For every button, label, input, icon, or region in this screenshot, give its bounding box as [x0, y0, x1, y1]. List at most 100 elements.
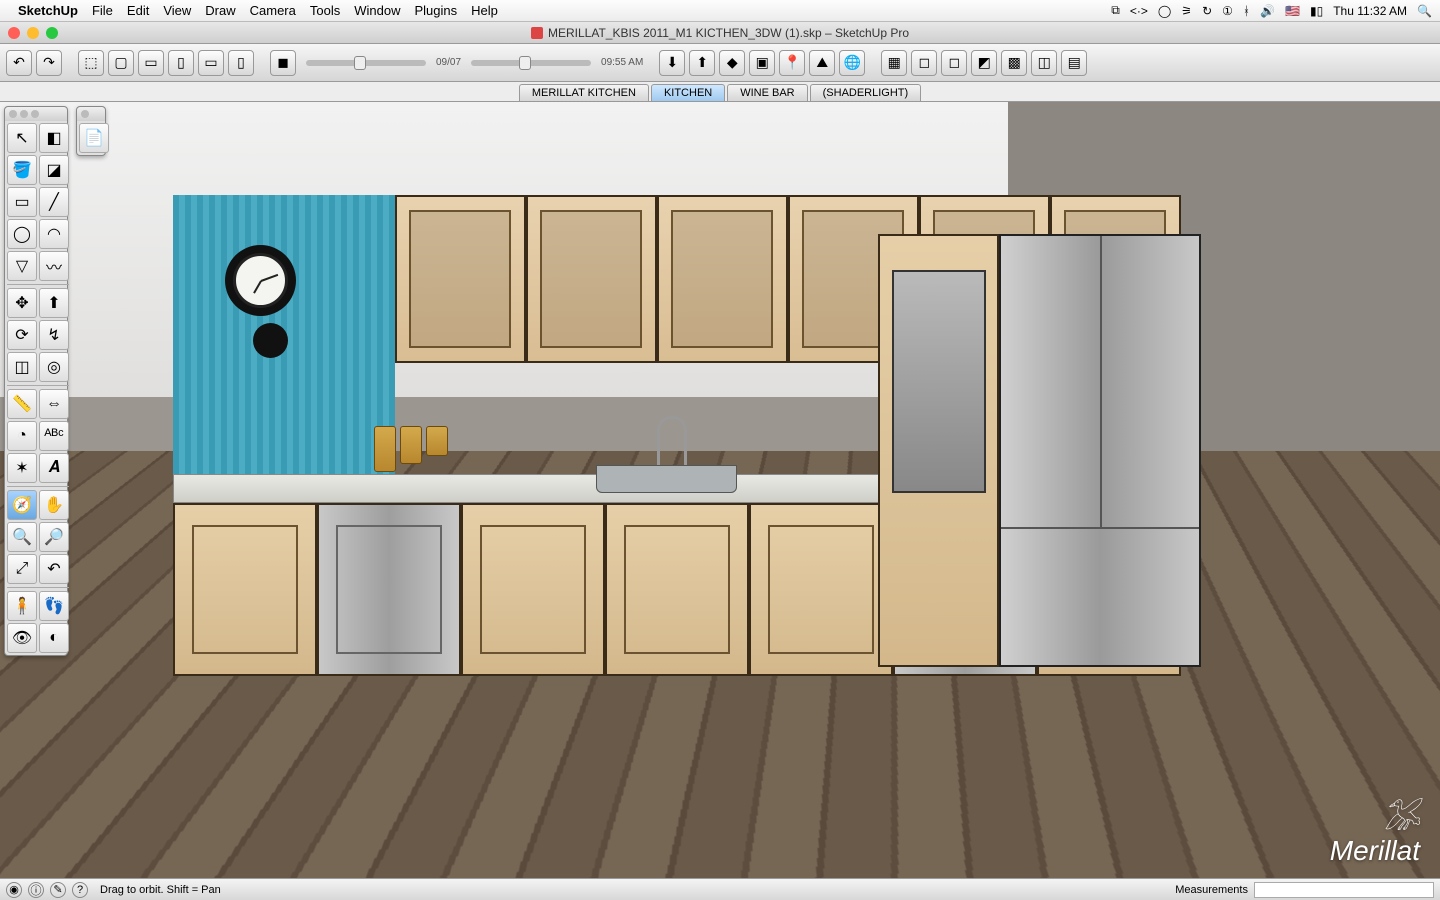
- tool-offset[interactable]: ◎: [39, 352, 69, 382]
- tool-rotate[interactable]: ⟳: [7, 320, 37, 350]
- clock-icon[interactable]: ①: [1222, 4, 1233, 18]
- scene-tab-winebar[interactable]: WINE BAR: [727, 84, 807, 101]
- 3d-viewport[interactable]: 𓅮 Merillat: [0, 102, 1440, 878]
- tool-zoom[interactable]: 🔍: [7, 522, 37, 552]
- sharemodel-button[interactable]: ⬆: [689, 50, 715, 76]
- refrigerator: [999, 234, 1201, 667]
- flag-icon[interactable]: 🇺🇸: [1285, 4, 1300, 18]
- measurements-input[interactable]: [1254, 882, 1434, 898]
- shaded-button[interactable]: ◩: [971, 50, 997, 76]
- close-button[interactable]: [8, 27, 20, 39]
- scene-tab-merillat[interactable]: MERILLAT KITCHEN: [519, 84, 649, 101]
- right-button[interactable]: ▯: [168, 50, 194, 76]
- tool-lookaround[interactable]: 👁: [7, 623, 37, 653]
- tool-zoomextents[interactable]: ⤢: [7, 554, 37, 584]
- 3dwarehouse-button[interactable]: ▣: [749, 50, 775, 76]
- menu-draw[interactable]: Draw: [205, 3, 235, 18]
- sharecomponent-button[interactable]: ◆: [719, 50, 745, 76]
- tool-pushpull[interactable]: ⬆: [39, 288, 69, 318]
- small-tool-palette[interactable]: 📄: [76, 106, 106, 156]
- tool-component[interactable]: ◧: [39, 123, 69, 153]
- tool-dimension[interactable]: ⇔: [39, 389, 69, 419]
- tool-previous[interactable]: ↶: [39, 554, 69, 584]
- tool-orbit[interactable]: 🧭: [7, 490, 37, 520]
- shadow-time-slider[interactable]: [471, 60, 591, 66]
- tool-polygon[interactable]: ▽: [7, 251, 37, 281]
- tool-move[interactable]: ✥: [7, 288, 37, 318]
- addlocation-button[interactable]: 📍: [779, 50, 805, 76]
- wifi-icon[interactable]: ⚞: [1181, 4, 1192, 18]
- zoom-button[interactable]: [46, 27, 58, 39]
- redo-button[interactable]: ↷: [36, 50, 62, 76]
- kitchen-model: [173, 195, 1181, 676]
- tool-select[interactable]: ↖: [7, 123, 37, 153]
- tool-layers[interactable]: 📄: [79, 123, 109, 153]
- large-tool-palette[interactable]: ↖◧🪣◪▭╱◯◠▽〰✥⬆⟳↯◫◎📏⇔◔ᴬᴮᶜ✶𝑨🧭✋🔍🔎⤢↶🧍👣👁◐: [4, 106, 68, 656]
- spotlight-icon[interactable]: 🔍: [1417, 4, 1432, 18]
- tool-axes[interactable]: ✶: [7, 453, 37, 483]
- tool-circle[interactable]: ◯: [7, 219, 37, 249]
- shadow-date-slider[interactable]: [306, 60, 426, 66]
- tool-paint[interactable]: 🪣: [7, 155, 37, 185]
- menu-help[interactable]: Help: [471, 3, 498, 18]
- tool-text[interactable]: ᴬᴮᶜ: [39, 421, 69, 451]
- monochrome-button[interactable]: ◫: [1031, 50, 1057, 76]
- googleearth-button[interactable]: 🌐: [839, 50, 865, 76]
- timemachine-icon[interactable]: ◯: [1158, 4, 1171, 18]
- top-button[interactable]: ▢: [108, 50, 134, 76]
- tool-line[interactable]: ╱: [39, 187, 69, 217]
- tool-pan[interactable]: ✋: [39, 490, 69, 520]
- claim-icon[interactable]: ✎: [50, 882, 66, 898]
- tool-protractor[interactable]: ◔: [7, 421, 37, 451]
- tool-section[interactable]: ◐: [39, 623, 69, 653]
- tool-tape[interactable]: 📏: [7, 389, 37, 419]
- front-button[interactable]: ▭: [138, 50, 164, 76]
- menu-camera[interactable]: Camera: [250, 3, 296, 18]
- app-name[interactable]: SketchUp: [18, 3, 78, 18]
- refresh-icon[interactable]: ↻: [1202, 4, 1212, 18]
- menu-file[interactable]: File: [92, 3, 113, 18]
- toggleterrain-button[interactable]: ⛰: [809, 50, 835, 76]
- shadow-toggle-button[interactable]: ◼: [270, 50, 296, 76]
- scene-tab-kitchen[interactable]: KITCHEN: [651, 84, 725, 101]
- tool-rectangle[interactable]: ▭: [7, 187, 37, 217]
- tool-walk[interactable]: 👣: [39, 591, 69, 621]
- palette-close-icon[interactable]: [9, 110, 17, 118]
- shadedtex-button[interactable]: ▩: [1001, 50, 1027, 76]
- dropbox-icon[interactable]: ⧉: [1111, 3, 1120, 18]
- tool-eraser[interactable]: ◪: [39, 155, 69, 185]
- left-button[interactable]: ▯: [228, 50, 254, 76]
- bluetooth-icon[interactable]: ᚼ: [1243, 4, 1250, 18]
- menu-window[interactable]: Window: [354, 3, 400, 18]
- help-icon[interactable]: ?: [72, 882, 88, 898]
- back-button[interactable]: ▭: [198, 50, 224, 76]
- tool-arc[interactable]: ◠: [39, 219, 69, 249]
- battery-icon[interactable]: ▮▯: [1310, 4, 1323, 18]
- styles-button[interactable]: ▤: [1061, 50, 1087, 76]
- iso-button[interactable]: ⬚: [78, 50, 104, 76]
- minimize-button[interactable]: [27, 27, 39, 39]
- menu-plugins[interactable]: Plugins: [414, 3, 457, 18]
- hiddenline-button[interactable]: ◻: [941, 50, 967, 76]
- menubar-clock[interactable]: Thu 11:32 AM: [1333, 4, 1407, 18]
- tool-freehand[interactable]: 〰: [39, 251, 69, 281]
- palette-close-icon[interactable]: [81, 110, 89, 118]
- menu-tools[interactable]: Tools: [310, 3, 340, 18]
- wireframe-button[interactable]: ◻: [911, 50, 937, 76]
- getmodels-button[interactable]: ⬇: [659, 50, 685, 76]
- tool-3dtext[interactable]: 𝑨: [39, 453, 69, 483]
- undo-button[interactable]: ↶: [6, 50, 32, 76]
- credits-icon[interactable]: ⓘ: [28, 882, 44, 898]
- menu-view[interactable]: View: [163, 3, 191, 18]
- xray-button[interactable]: ▦: [881, 50, 907, 76]
- tool-zoomwindow[interactable]: 🔎: [39, 522, 69, 552]
- window-titlebar[interactable]: MERILLAT_KBIS 2011_M1 KICTHEN_3DW (1).sk…: [0, 22, 1440, 44]
- sync-icon[interactable]: <·>: [1130, 4, 1148, 18]
- tool-scale[interactable]: ◫: [7, 352, 37, 382]
- tool-position[interactable]: 🧍: [7, 591, 37, 621]
- menu-edit[interactable]: Edit: [127, 3, 149, 18]
- geo-icon[interactable]: ◉: [6, 882, 22, 898]
- tool-followme[interactable]: ↯: [39, 320, 69, 350]
- scene-tab-shaderlight[interactable]: (SHADERLIGHT): [810, 84, 922, 101]
- volume-icon[interactable]: 🔊: [1260, 4, 1275, 18]
